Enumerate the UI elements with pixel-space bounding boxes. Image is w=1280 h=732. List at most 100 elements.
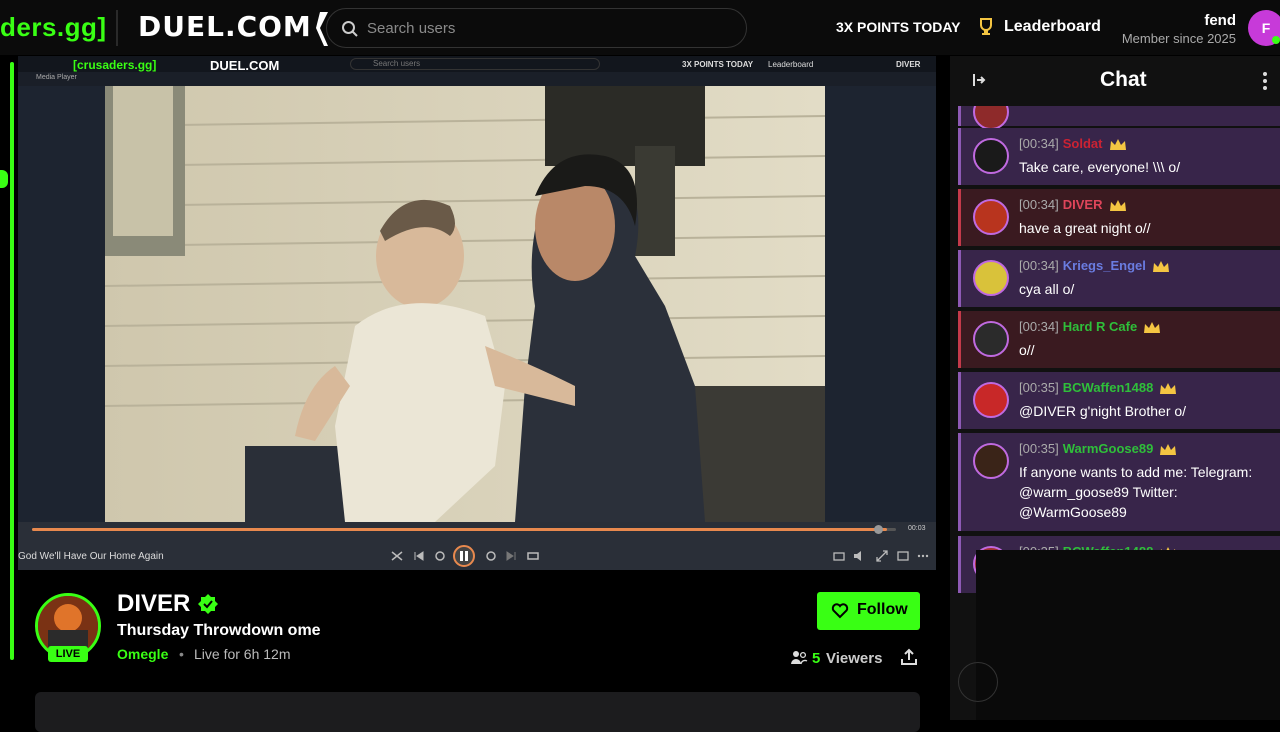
more-icon[interactable] <box>1262 70 1268 92</box>
separator-dot: • <box>179 646 184 662</box>
chat-message[interactable]: [00:35] WarmGoose89 If anyone wants to add… <box>958 433 1280 531</box>
viewers-label: Viewers <box>826 650 883 667</box>
captured-logo: DUEL.COM <box>210 58 280 73</box>
chat-avatar[interactable] <box>973 321 1009 357</box>
chat-avatar[interactable] <box>973 443 1009 479</box>
streamer-name[interactable]: DIVER <box>117 590 190 618</box>
crown-icon <box>1109 138 1126 150</box>
stream-details-panel <box>35 692 920 732</box>
chat-avatar[interactable] <box>973 382 1009 418</box>
chat-timestamp: [00:34] <box>1019 258 1059 273</box>
chat-username[interactable]: BCWaffen1488 <box>1063 380 1154 395</box>
chat-overlay-region <box>976 550 1280 720</box>
search-icon <box>342 21 358 37</box>
chat-username[interactable]: Soldat <box>1063 136 1103 151</box>
chat-message-text: cya all o/ <box>1019 281 1075 297</box>
chat-panel: Chat By God we'll have our Home \\\ [00:3… <box>950 56 1280 720</box>
chat-timestamp: [00:35] <box>1019 441 1059 456</box>
site-logo[interactable]: DUEL.COM <box>138 10 312 43</box>
chat-avatar[interactable] <box>973 106 1009 130</box>
points-promo-link[interactable]: 3X POINTS TODAY <box>836 19 960 35</box>
media-player-title: Media Player <box>36 74 77 81</box>
leaderboard-link[interactable]: Leaderboard <box>1004 18 1101 36</box>
heart-icon <box>831 603 849 619</box>
next-icon[interactable] <box>504 549 518 563</box>
chat-username[interactable]: Kriegs_Engel <box>1063 258 1146 273</box>
chat-message[interactable]: [00:34] Soldat Take care, everyone! \\\ o/ <box>958 128 1280 185</box>
chat-meta: [00:35] BCWaffen1488 <box>1019 380 1177 396</box>
collapse-chat-icon[interactable] <box>972 72 986 88</box>
captions-icon[interactable] <box>832 549 846 563</box>
chat-message-text: Take care, everyone! \\\ o/ <box>1019 159 1181 175</box>
chat-message[interactable]: [00:34] DIVER have a great night o// <box>958 189 1280 246</box>
follow-button[interactable]: Follow <box>817 592 920 630</box>
chat-avatar[interactable] <box>973 260 1009 296</box>
more-options-icon[interactable] <box>916 549 930 563</box>
crown-icon <box>1160 382 1177 394</box>
category-link[interactable]: Omegle <box>117 646 168 662</box>
fullscreen-icon[interactable] <box>875 549 889 563</box>
viewers-icon <box>791 651 808 665</box>
stream-title: Thursday Throwdown ome <box>117 622 321 639</box>
user-name[interactable]: fend <box>1204 12 1236 29</box>
captured-leaderboard: Leaderboard <box>768 60 814 69</box>
chat-avatar[interactable] <box>973 199 1009 235</box>
chat-meta: [00:34] Soldat <box>1019 136 1127 152</box>
chat-header: Chat <box>950 56 1280 106</box>
previous-icon[interactable] <box>412 549 426 563</box>
chat-message[interactable]: [00:34] Kriegs_Engelcya all o/ <box>958 250 1280 307</box>
captured-points: 3X POINTS TODAY <box>682 60 754 69</box>
shuffle-icon[interactable] <box>390 549 404 563</box>
share-icon[interactable] <box>900 648 918 666</box>
chat-message[interactable]: [00:35] BCWaffen1488 @DIVER g'night Brothe… <box>958 372 1280 429</box>
chat-message-text: If anyone wants to add me: Telegram: @wa… <box>1019 464 1253 520</box>
chat-meta: [00:35] WarmGoose89 <box>1019 441 1177 457</box>
chat-username[interactable]: Hard R Cafe <box>1063 319 1137 334</box>
community-brand-link[interactable]: ders.gg] <box>0 12 107 43</box>
chat-message-text: o// <box>1019 342 1035 358</box>
video-frame-image <box>105 86 825 522</box>
video-player[interactable]: [crusaders.gg] DUEL.COM Search users 3X … <box>18 56 936 570</box>
crown-icon <box>1144 321 1161 333</box>
live-duration: Live for 6h 12m <box>194 646 291 662</box>
repeat-icon[interactable] <box>526 549 540 563</box>
chat-message[interactable]: [00:34] Hard R Cafe o// <box>958 311 1280 368</box>
verified-icon <box>198 594 218 614</box>
captured-user: DIVER <box>896 60 921 69</box>
captured-brand: [crusaders.gg] <box>73 58 157 72</box>
chat-message-list[interactable]: By God we'll have our Home \\\ [00:34] Sol… <box>958 106 1280 626</box>
chat-message-text: have a great night o// <box>1019 220 1151 236</box>
miniplayer-icon[interactable] <box>896 549 910 563</box>
volume-icon[interactable] <box>852 549 866 563</box>
live-indicator-strip <box>10 62 14 660</box>
seek-bar[interactable] <box>32 528 896 531</box>
chat-timestamp: [00:34] <box>1019 136 1059 151</box>
trophy-icon <box>980 18 992 35</box>
chat-scroll-button[interactable] <box>958 662 998 702</box>
player-controls: 00:03 God We'll Have Our Home Again <box>18 522 936 570</box>
forward-icon[interactable] <box>484 549 498 563</box>
chat-username[interactable]: WarmGoose89 <box>1063 441 1154 456</box>
top-navigation-bar: ders.gg] DUEL.COM 3X POINTS TODAY Leader… <box>0 0 1280 55</box>
captured-search-placeholder: Search users <box>373 59 421 68</box>
live-badge: LIVE <box>48 646 88 662</box>
chat-message[interactable]: By God we'll have our Home \\\ <box>958 106 1280 130</box>
follow-label: Follow <box>857 601 908 618</box>
pause-button[interactable] <box>453 545 475 567</box>
search-input[interactable] <box>367 17 727 39</box>
viewers-count: 5 <box>812 650 821 667</box>
media-player-titlebar: Media Player <box>18 72 936 86</box>
rewind-icon[interactable] <box>433 549 447 563</box>
user-search-box[interactable] <box>326 8 747 48</box>
seek-handle[interactable] <box>874 525 883 534</box>
crown-icon <box>1109 199 1126 211</box>
crown-icon <box>1152 260 1169 272</box>
seek-bar-fill <box>32 528 888 531</box>
side-tab-handle[interactable] <box>0 170 8 188</box>
chat-username[interactable]: DIVER <box>1063 197 1103 212</box>
chat-avatar[interactable] <box>973 138 1009 174</box>
chat-timestamp: [00:35] <box>1019 380 1059 395</box>
chat-title: Chat <box>1100 68 1147 91</box>
chat-timestamp: [00:34] <box>1019 319 1059 334</box>
chat-timestamp: [00:34] <box>1019 197 1059 212</box>
